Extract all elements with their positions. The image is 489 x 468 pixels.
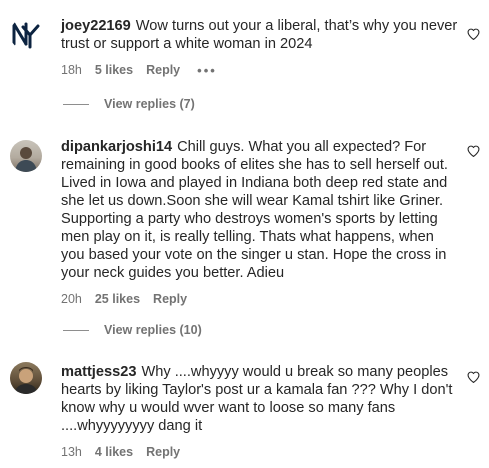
divider-line [63, 103, 89, 105]
view-replies-button[interactable]: View replies (10) [63, 323, 202, 337]
comment-body: Chill guys. What you all expected? For r… [61, 139, 448, 281]
comment-time: 13h [61, 445, 82, 459]
user-photo-icon [15, 147, 37, 172]
divider-line [63, 329, 89, 331]
comment-meta: 20h 25 likes Reply [61, 291, 461, 307]
reply-button[interactable]: Reply [146, 445, 180, 459]
comment-meta: 13h 4 likes Reply [61, 444, 461, 460]
avatar[interactable] [10, 140, 42, 172]
avatar[interactable] [10, 362, 42, 394]
more-options-icon[interactable]: ••• [197, 63, 217, 78]
comment-username[interactable]: dipankarjoshi14 [61, 139, 172, 155]
comment-time: 18h [61, 63, 82, 77]
likes-count[interactable]: 4 likes [95, 445, 133, 459]
heart-icon[interactable] [467, 371, 480, 383]
view-replies-button[interactable]: View replies (7) [63, 97, 195, 111]
heart-icon[interactable] [467, 28, 480, 40]
comment-text: joey22169 Wow turns out your a liberal, t… [61, 17, 461, 53]
comment-text: mattjess23 Why ....whyyyy would u break s… [61, 363, 461, 435]
likes-count[interactable]: 25 likes [95, 292, 140, 306]
comment-text: dipankarjoshi14 Chill guys. What you all … [61, 138, 461, 282]
comment-username[interactable]: joey22169 [61, 18, 131, 34]
comment-time: 20h [61, 292, 82, 306]
user-photo-icon [14, 367, 38, 394]
view-replies-label[interactable]: View replies (7) [104, 97, 195, 111]
heart-icon[interactable] [467, 145, 480, 157]
view-replies-label[interactable]: View replies (10) [104, 323, 202, 337]
comment-username[interactable]: mattjess23 [61, 364, 136, 380]
likes-count[interactable]: 5 likes [95, 63, 133, 77]
avatar[interactable] [10, 18, 42, 50]
reply-button[interactable]: Reply [146, 63, 180, 77]
yankees-logo-icon [12, 22, 40, 49]
reply-button[interactable]: Reply [153, 292, 187, 306]
comment-meta: 18h 5 likes Reply ••• [61, 62, 461, 78]
